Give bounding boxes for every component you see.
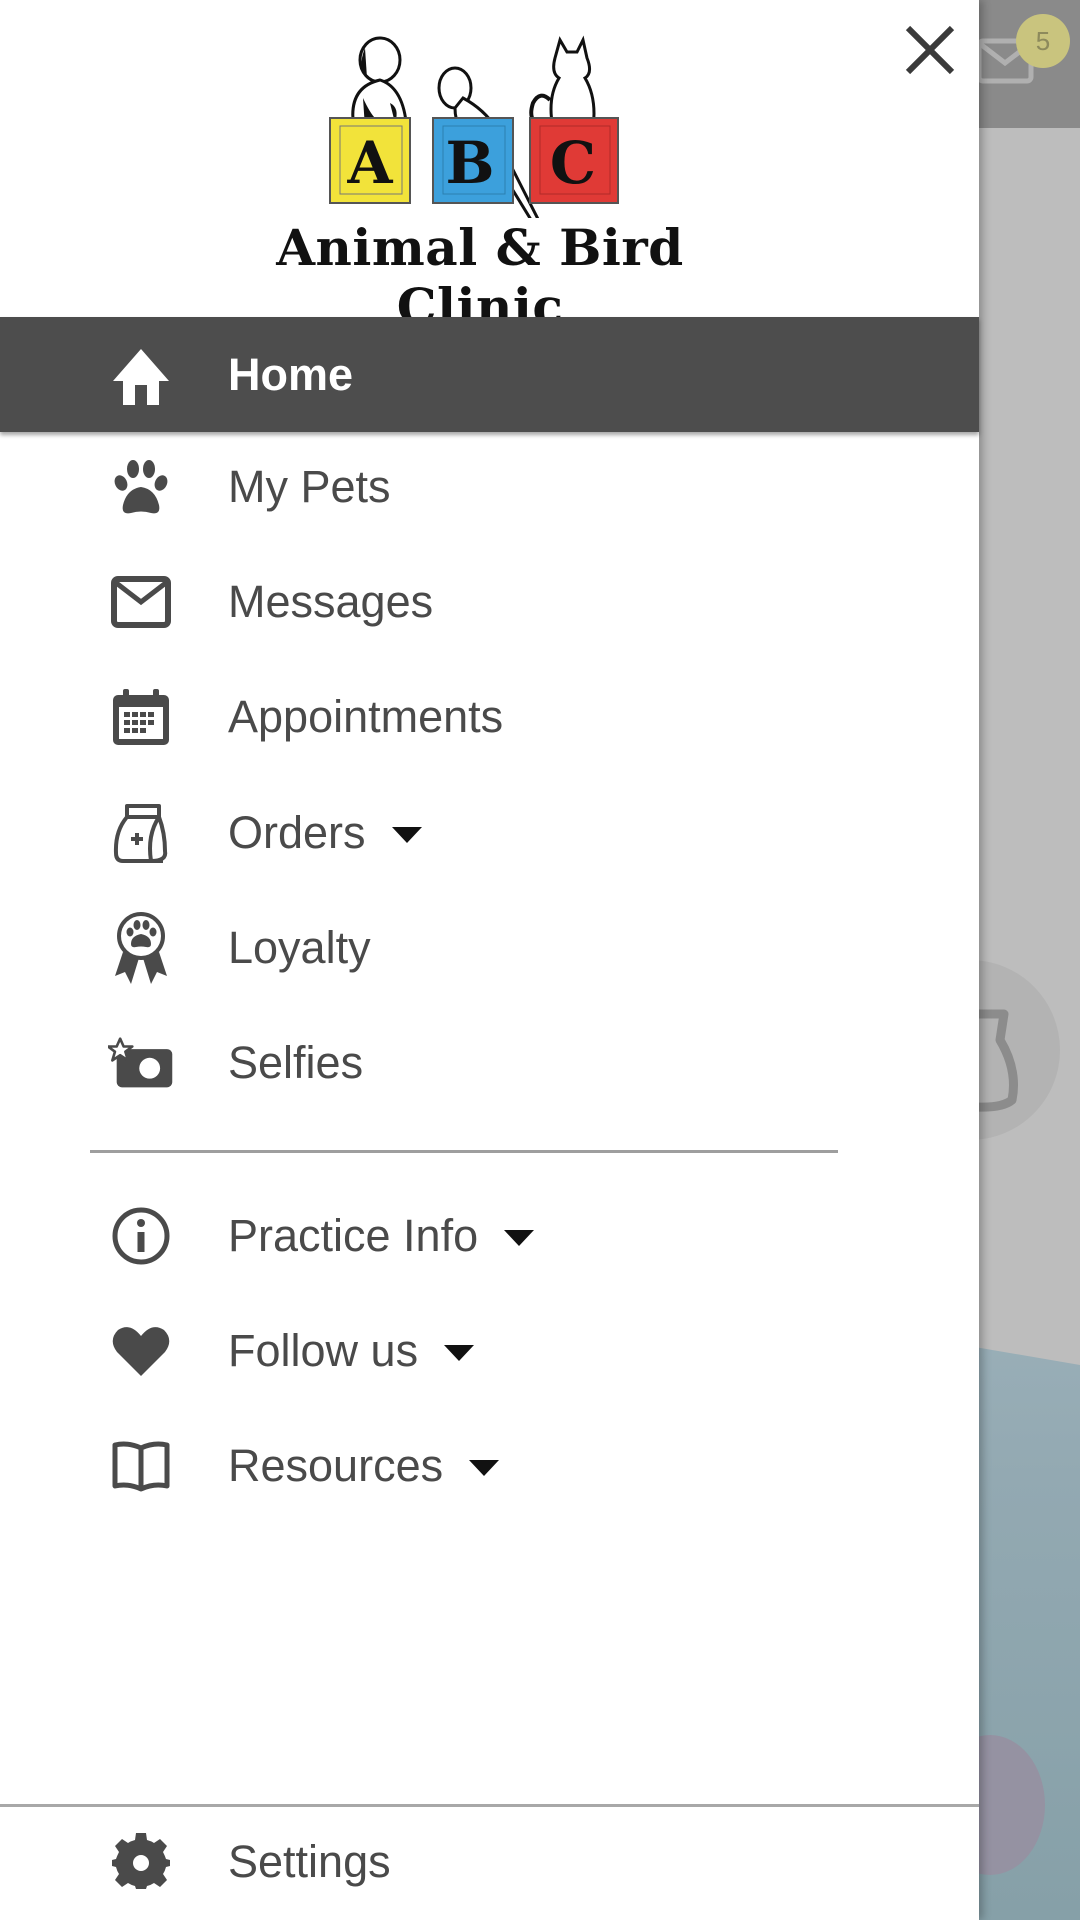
nav-item-label: Practice Info	[228, 1210, 535, 1262]
nav-item-selfies[interactable]: Selfies	[0, 1008, 979, 1118]
nav-item-resources[interactable]: Resources	[0, 1411, 979, 1521]
clinic-logo: A B C Animal & Bird Clinic	[215, 18, 745, 336]
book-icon	[108, 1433, 174, 1499]
nav-item-label: Selfies	[228, 1037, 364, 1088]
nav-item-text: Follow us	[228, 1325, 419, 1376]
svg-text:A: A	[346, 129, 393, 197]
nav-item-home[interactable]: Home	[0, 317, 979, 432]
camera-star-icon	[108, 1030, 174, 1096]
info-icon	[108, 1203, 174, 1269]
section-divider	[90, 1150, 838, 1153]
nav-item-text: Orders	[228, 807, 366, 858]
caret-down-icon[interactable]	[444, 1345, 475, 1361]
svg-text:C: C	[550, 129, 596, 197]
navigation-drawer: A B C Animal & Bird Clinic Home My Pets …	[0, 0, 979, 1920]
caret-down-icon[interactable]	[469, 1460, 500, 1476]
nav-item-label: Appointments	[228, 691, 504, 742]
nav-item-settings[interactable]: Settings	[0, 1807, 979, 1917]
nav-item-loyalty[interactable]: Loyalty	[0, 893, 979, 1003]
block-b: B	[432, 117, 514, 204]
abc-blocks-logo-graphic: A B C	[329, 35, 619, 225]
close-icon[interactable]	[900, 20, 960, 80]
nav-item-label: Loyalty	[228, 922, 371, 973]
gear-icon	[108, 1829, 174, 1895]
block-c: C	[529, 117, 619, 204]
paw-icon	[108, 454, 174, 520]
calendar-icon	[108, 684, 174, 750]
nav-item-label: My Pets	[228, 461, 391, 512]
nav-item-label: Home	[228, 348, 354, 400]
nav-item-text: Practice Info	[228, 1210, 479, 1261]
heart-icon	[108, 1318, 174, 1384]
nav-item-my-pets[interactable]: My Pets	[0, 432, 979, 542]
nav-item-practice-info[interactable]: Practice Info	[0, 1181, 979, 1291]
home-icon	[108, 342, 174, 408]
nav-item-appointments[interactable]: Appointments	[0, 662, 979, 772]
nav-item-label: Orders	[228, 807, 422, 859]
nav-item-label: Follow us	[228, 1325, 475, 1377]
envelope-icon	[108, 569, 174, 635]
block-a: A	[329, 117, 411, 204]
award-ribbon-icon	[108, 912, 174, 984]
food-bag-icon	[108, 800, 174, 866]
nav-item-messages[interactable]: Messages	[0, 547, 979, 657]
unread-badge: 5	[1016, 14, 1070, 68]
nav-item-orders[interactable]: Orders	[0, 778, 979, 888]
cat-illustration	[529, 35, 596, 130]
nav-item-text: Resources	[228, 1440, 444, 1491]
nav-item-label: Settings	[228, 1836, 391, 1887]
caret-down-icon[interactable]	[504, 1230, 535, 1246]
nav-item-label: Messages	[228, 576, 434, 627]
svg-text:B: B	[445, 129, 494, 197]
nav-item-follow-us[interactable]: Follow us	[0, 1296, 979, 1406]
caret-down-icon[interactable]	[391, 827, 422, 843]
nav-item-label: Resources	[228, 1440, 500, 1492]
